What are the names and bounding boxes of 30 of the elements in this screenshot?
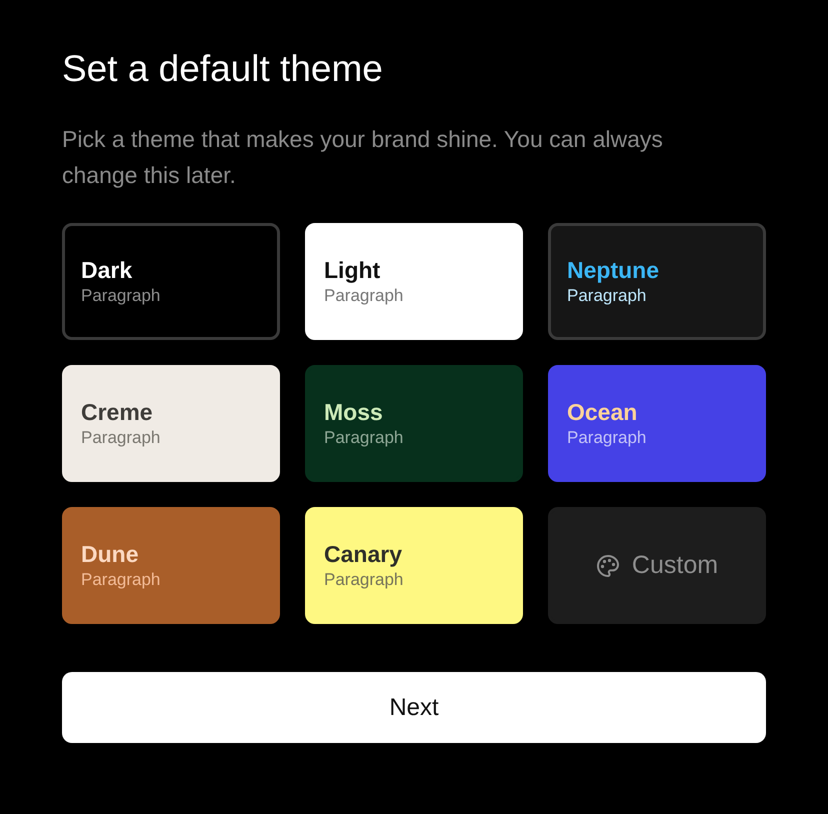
theme-name: Moss bbox=[324, 398, 384, 426]
theme-card[interactable]: Light Paragraph bbox=[305, 223, 523, 340]
theme-sample-text: Paragraph bbox=[567, 284, 648, 306]
theme-card[interactable]: Ocean Paragraph bbox=[548, 365, 766, 482]
theme-card[interactable]: Canary Paragraph bbox=[305, 507, 523, 624]
theme-name: Light bbox=[324, 256, 382, 284]
theme-name: Dark bbox=[81, 256, 134, 284]
page-title: Set a default theme bbox=[62, 47, 384, 91]
theme-card[interactable]: Moss Paragraph bbox=[305, 365, 523, 482]
theme-name: Dune bbox=[81, 540, 140, 568]
theme-card[interactable]: Neptune Paragraph bbox=[548, 223, 766, 340]
theme-card[interactable]: Dark Paragraph bbox=[62, 223, 280, 340]
theme-name: Neptune bbox=[567, 256, 660, 284]
page-description: Pick a theme that makes your brand shine. You can always change this later. bbox=[62, 125, 664, 190]
theme-card[interactable]: Dune Paragraph bbox=[62, 507, 280, 624]
theme-sample-text: Paragraph bbox=[567, 426, 648, 448]
theme-sample-text: Paragraph bbox=[324, 426, 404, 448]
theme-name: Ocean bbox=[567, 398, 638, 426]
custom-theme-card[interactable]: Custom bbox=[548, 507, 766, 624]
theme-sample-text: Paragraph bbox=[81, 568, 162, 590]
theme-sample-text: Paragraph bbox=[324, 284, 404, 306]
theme-sample-text: Paragraph bbox=[324, 568, 404, 590]
custom-label: Custom bbox=[632, 551, 718, 580]
next-button[interactable]: Next bbox=[62, 672, 766, 743]
palette-icon bbox=[596, 554, 620, 578]
theme-sample-text: Paragraph bbox=[81, 426, 162, 448]
theme-name: Canary bbox=[324, 540, 403, 568]
theme-sample-text: Paragraph bbox=[81, 284, 162, 306]
theme-card[interactable]: Creme Paragraph bbox=[62, 365, 280, 482]
theme-name: Creme bbox=[81, 398, 154, 426]
